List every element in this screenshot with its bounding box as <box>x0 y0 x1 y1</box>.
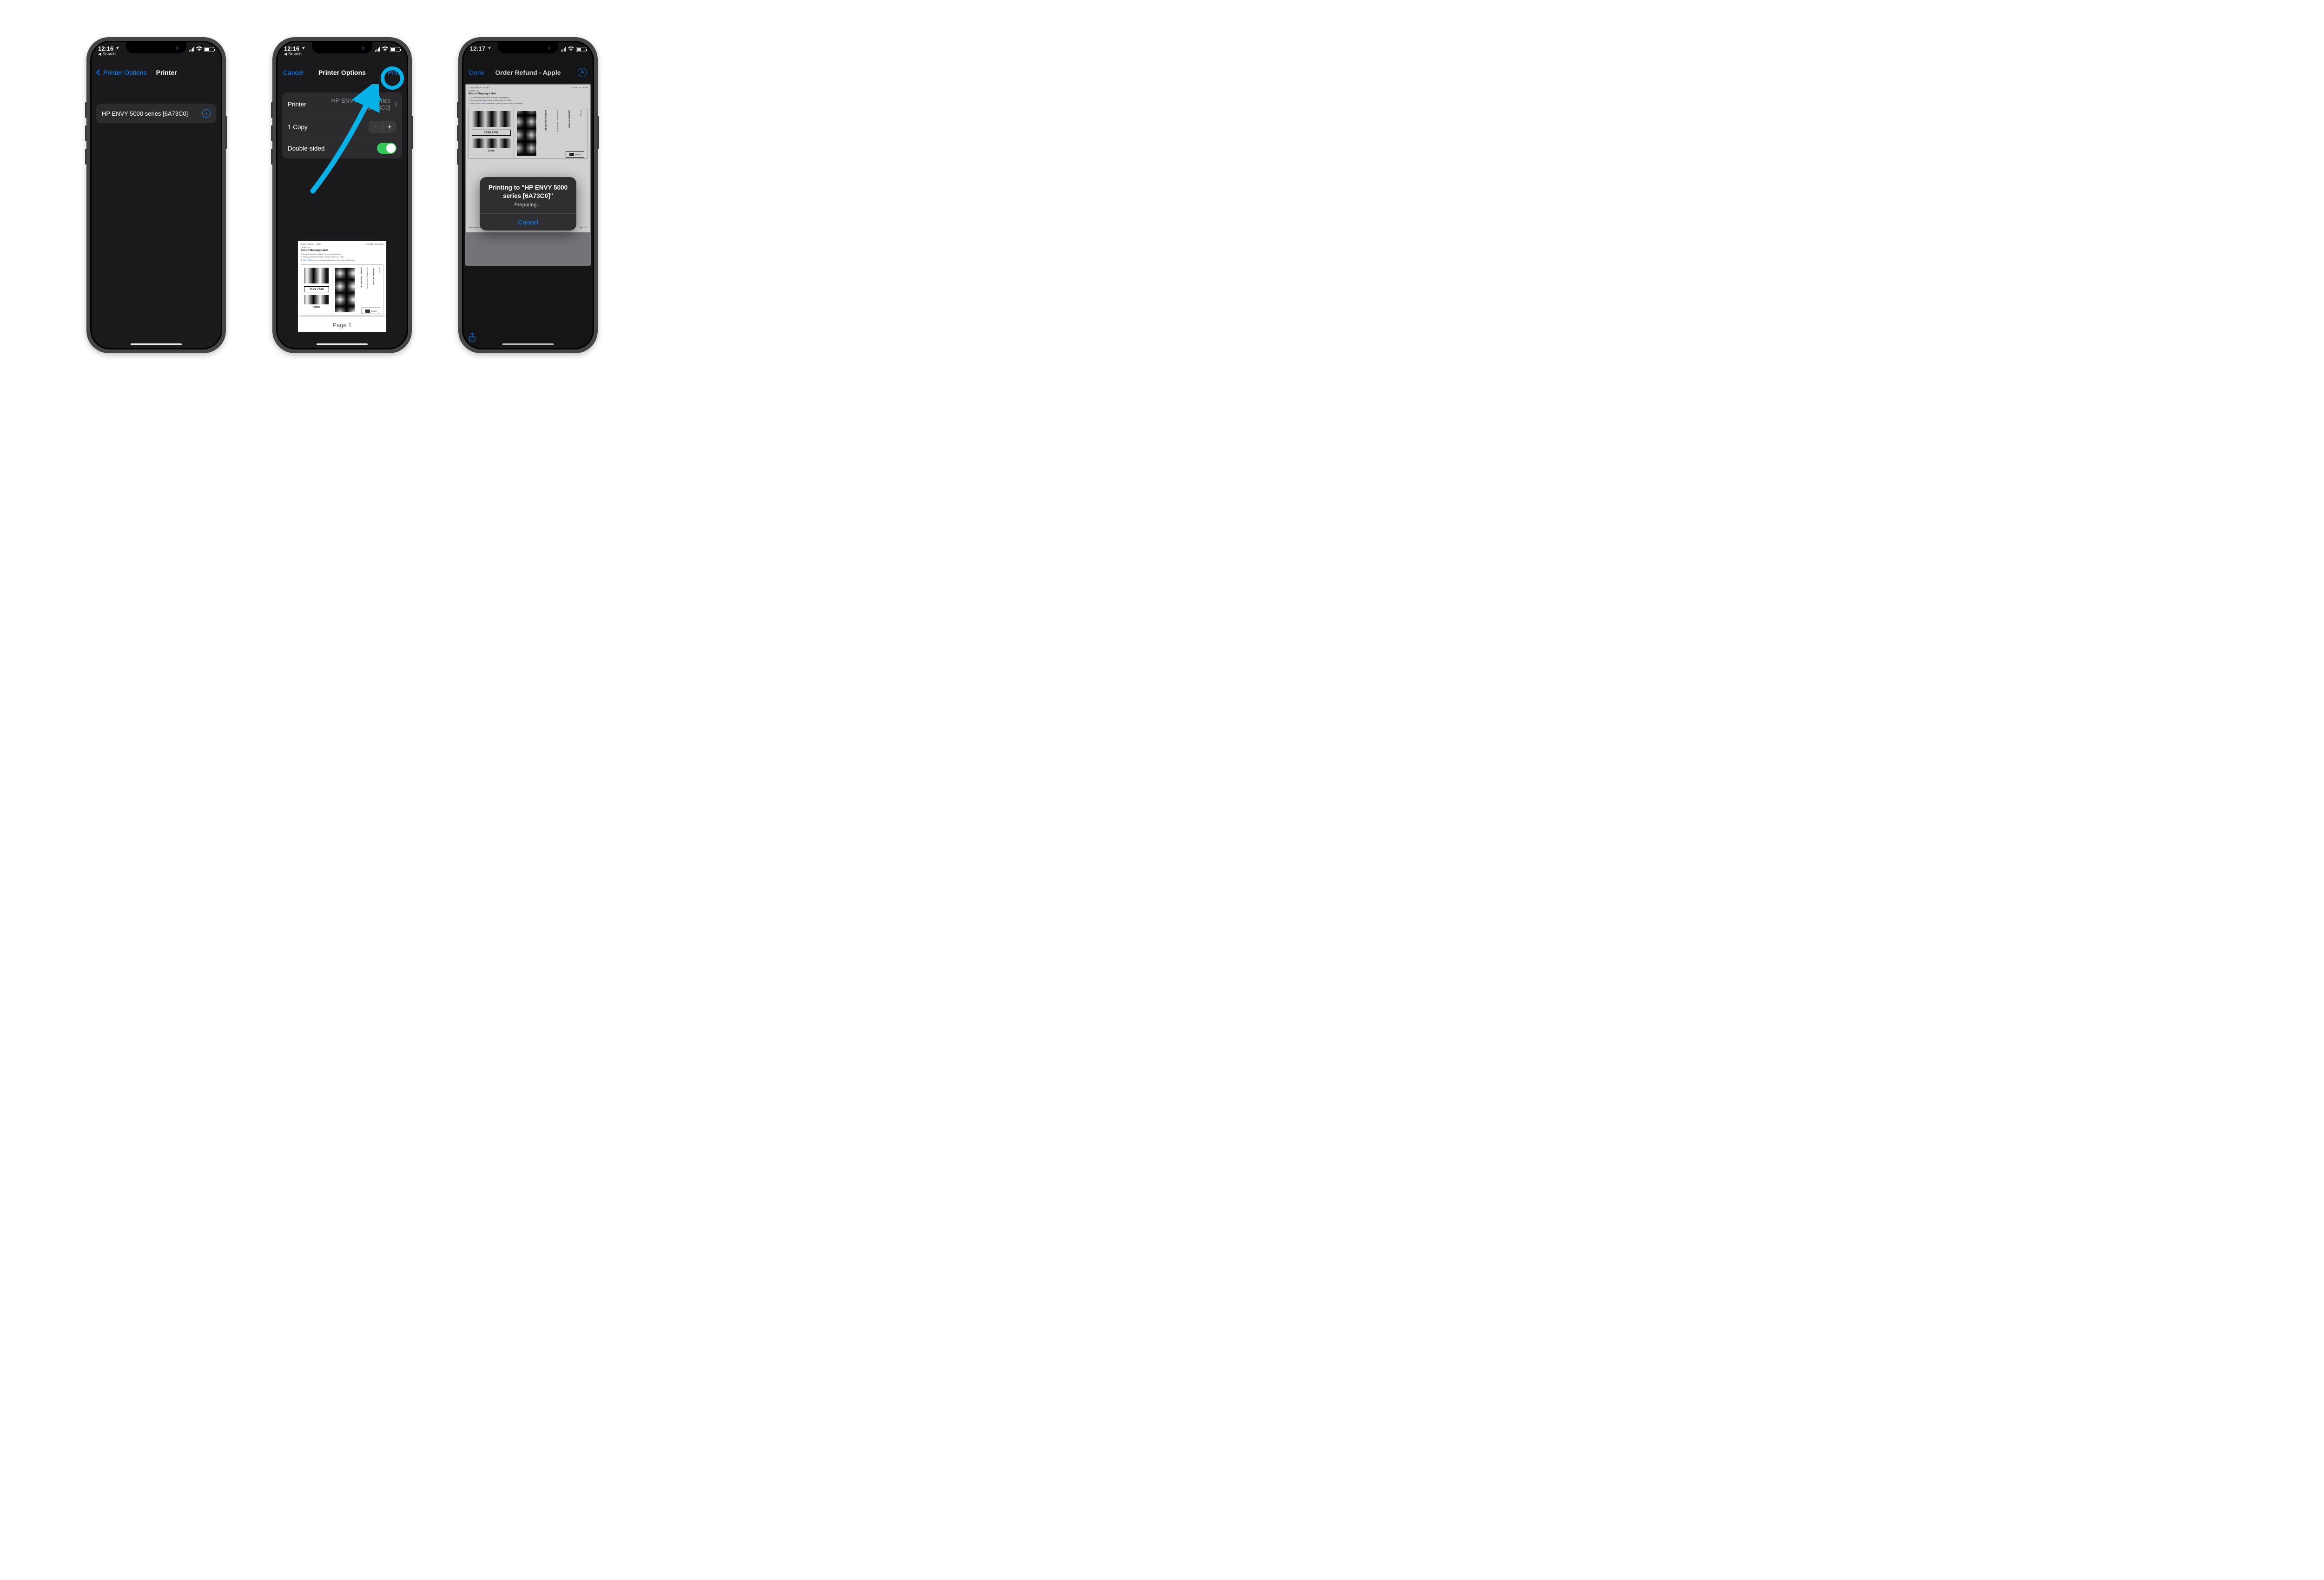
printer-list-item[interactable]: HP ENVY 5000 series [6A73C0] i <box>96 104 216 123</box>
nav-title: Printer <box>156 69 177 76</box>
printer-name: HP ENVY 5000 series [6A73C0] <box>102 110 188 117</box>
chevron-left-icon <box>96 69 102 75</box>
back-to-app[interactable]: ◀ Search <box>98 52 119 57</box>
modal-message: Printing to "HP ENVY 5000 series [6A73C0… <box>480 177 576 202</box>
cancel-label: Cancel <box>283 69 304 76</box>
copies-stepper: − + <box>369 121 396 133</box>
double-sided-row: Double-sided <box>282 138 402 158</box>
print-options-block: Printer HP ENVY 5000 series [6A73C0] 1 C… <box>282 92 402 158</box>
info-icon[interactable]: i <box>202 109 211 118</box>
copies-decrement-button[interactable]: − <box>369 121 383 133</box>
double-sided-label: Double-sided <box>288 145 325 152</box>
preview-steps: Cut this label and attach it to your shi… <box>298 253 386 262</box>
wifi-icon <box>382 46 388 53</box>
nav-bar: Printer Options Printer <box>92 63 221 82</box>
copies-row: 1 Copy − + <box>282 116 402 138</box>
barcode-icon <box>304 268 329 283</box>
chevron-right-icon <box>393 102 397 106</box>
wifi-icon <box>196 46 202 53</box>
screen-1: 12:16 ◀ Search <box>92 42 221 348</box>
nav-back-button[interactable]: Printer Options <box>97 69 146 76</box>
preview-header: Order Refund – Apple 11/23/20, 12:16 AM <box>298 241 386 246</box>
preview-label-section: Label 1 of 1 Return Shipping Label <box>298 246 386 253</box>
status-time: 12:16 <box>98 45 113 52</box>
location-icon <box>115 46 119 52</box>
notch <box>312 42 372 53</box>
nav-title: Printer Options <box>316 69 369 76</box>
back-to-app[interactable]: ◀ Search <box>284 52 305 57</box>
screen-2: 12:16 ◀ Search Cance <box>277 42 407 348</box>
battery-icon <box>390 47 400 52</box>
printer-row-value: HP ENVY 5000 series [6A73C0] <box>306 97 393 111</box>
printer-row-label: Printer <box>288 101 306 108</box>
copies-increment-button[interactable]: + <box>383 121 396 133</box>
home-indicator[interactable] <box>131 343 182 345</box>
notch <box>126 42 186 53</box>
modal-subtext: Preparing… <box>480 202 576 213</box>
fedex-logo-icon <box>365 309 370 313</box>
status-time: 12:16 <box>284 45 299 52</box>
location-icon <box>301 46 305 52</box>
home-indicator[interactable] <box>317 343 368 345</box>
cancel-button[interactable]: Cancel <box>283 69 316 76</box>
phone-frame-3: 12:17 Done Order Ref <box>458 37 598 353</box>
qr-code-icon <box>335 268 355 312</box>
phone-frame-2: 12:16 ◀ Search Cance <box>272 37 412 353</box>
preview-page-footer: Page 1 <box>298 316 386 332</box>
shipping-label-graphic: 7199 7744 37095 DARRELL WALTRIP DR 1430 … <box>301 264 383 316</box>
printing-modal: Printing to "HP ENVY 5000 series [6A73C0… <box>480 177 576 230</box>
copies-label: 1 Copy <box>288 124 308 131</box>
modal-cancel-button[interactable]: Cancel <box>480 213 576 230</box>
print-preview-page[interactable]: Order Refund – Apple 11/23/20, 12:16 AM … <box>298 241 386 332</box>
double-sided-toggle[interactable] <box>377 143 396 154</box>
screen-3: 12:17 Done Order Ref <box>463 42 593 348</box>
cellular-icon <box>189 47 194 52</box>
battery-icon <box>204 47 214 52</box>
annotation-highlight-ring <box>381 66 404 90</box>
cellular-icon <box>375 47 380 52</box>
barcode-icon <box>304 295 329 304</box>
nav-back-label: Printer Options <box>103 69 146 76</box>
phone-frame-1: 12:16 ◀ Search <box>86 37 226 353</box>
printer-row[interactable]: Printer HP ENVY 5000 series [6A73C0] <box>282 92 402 116</box>
